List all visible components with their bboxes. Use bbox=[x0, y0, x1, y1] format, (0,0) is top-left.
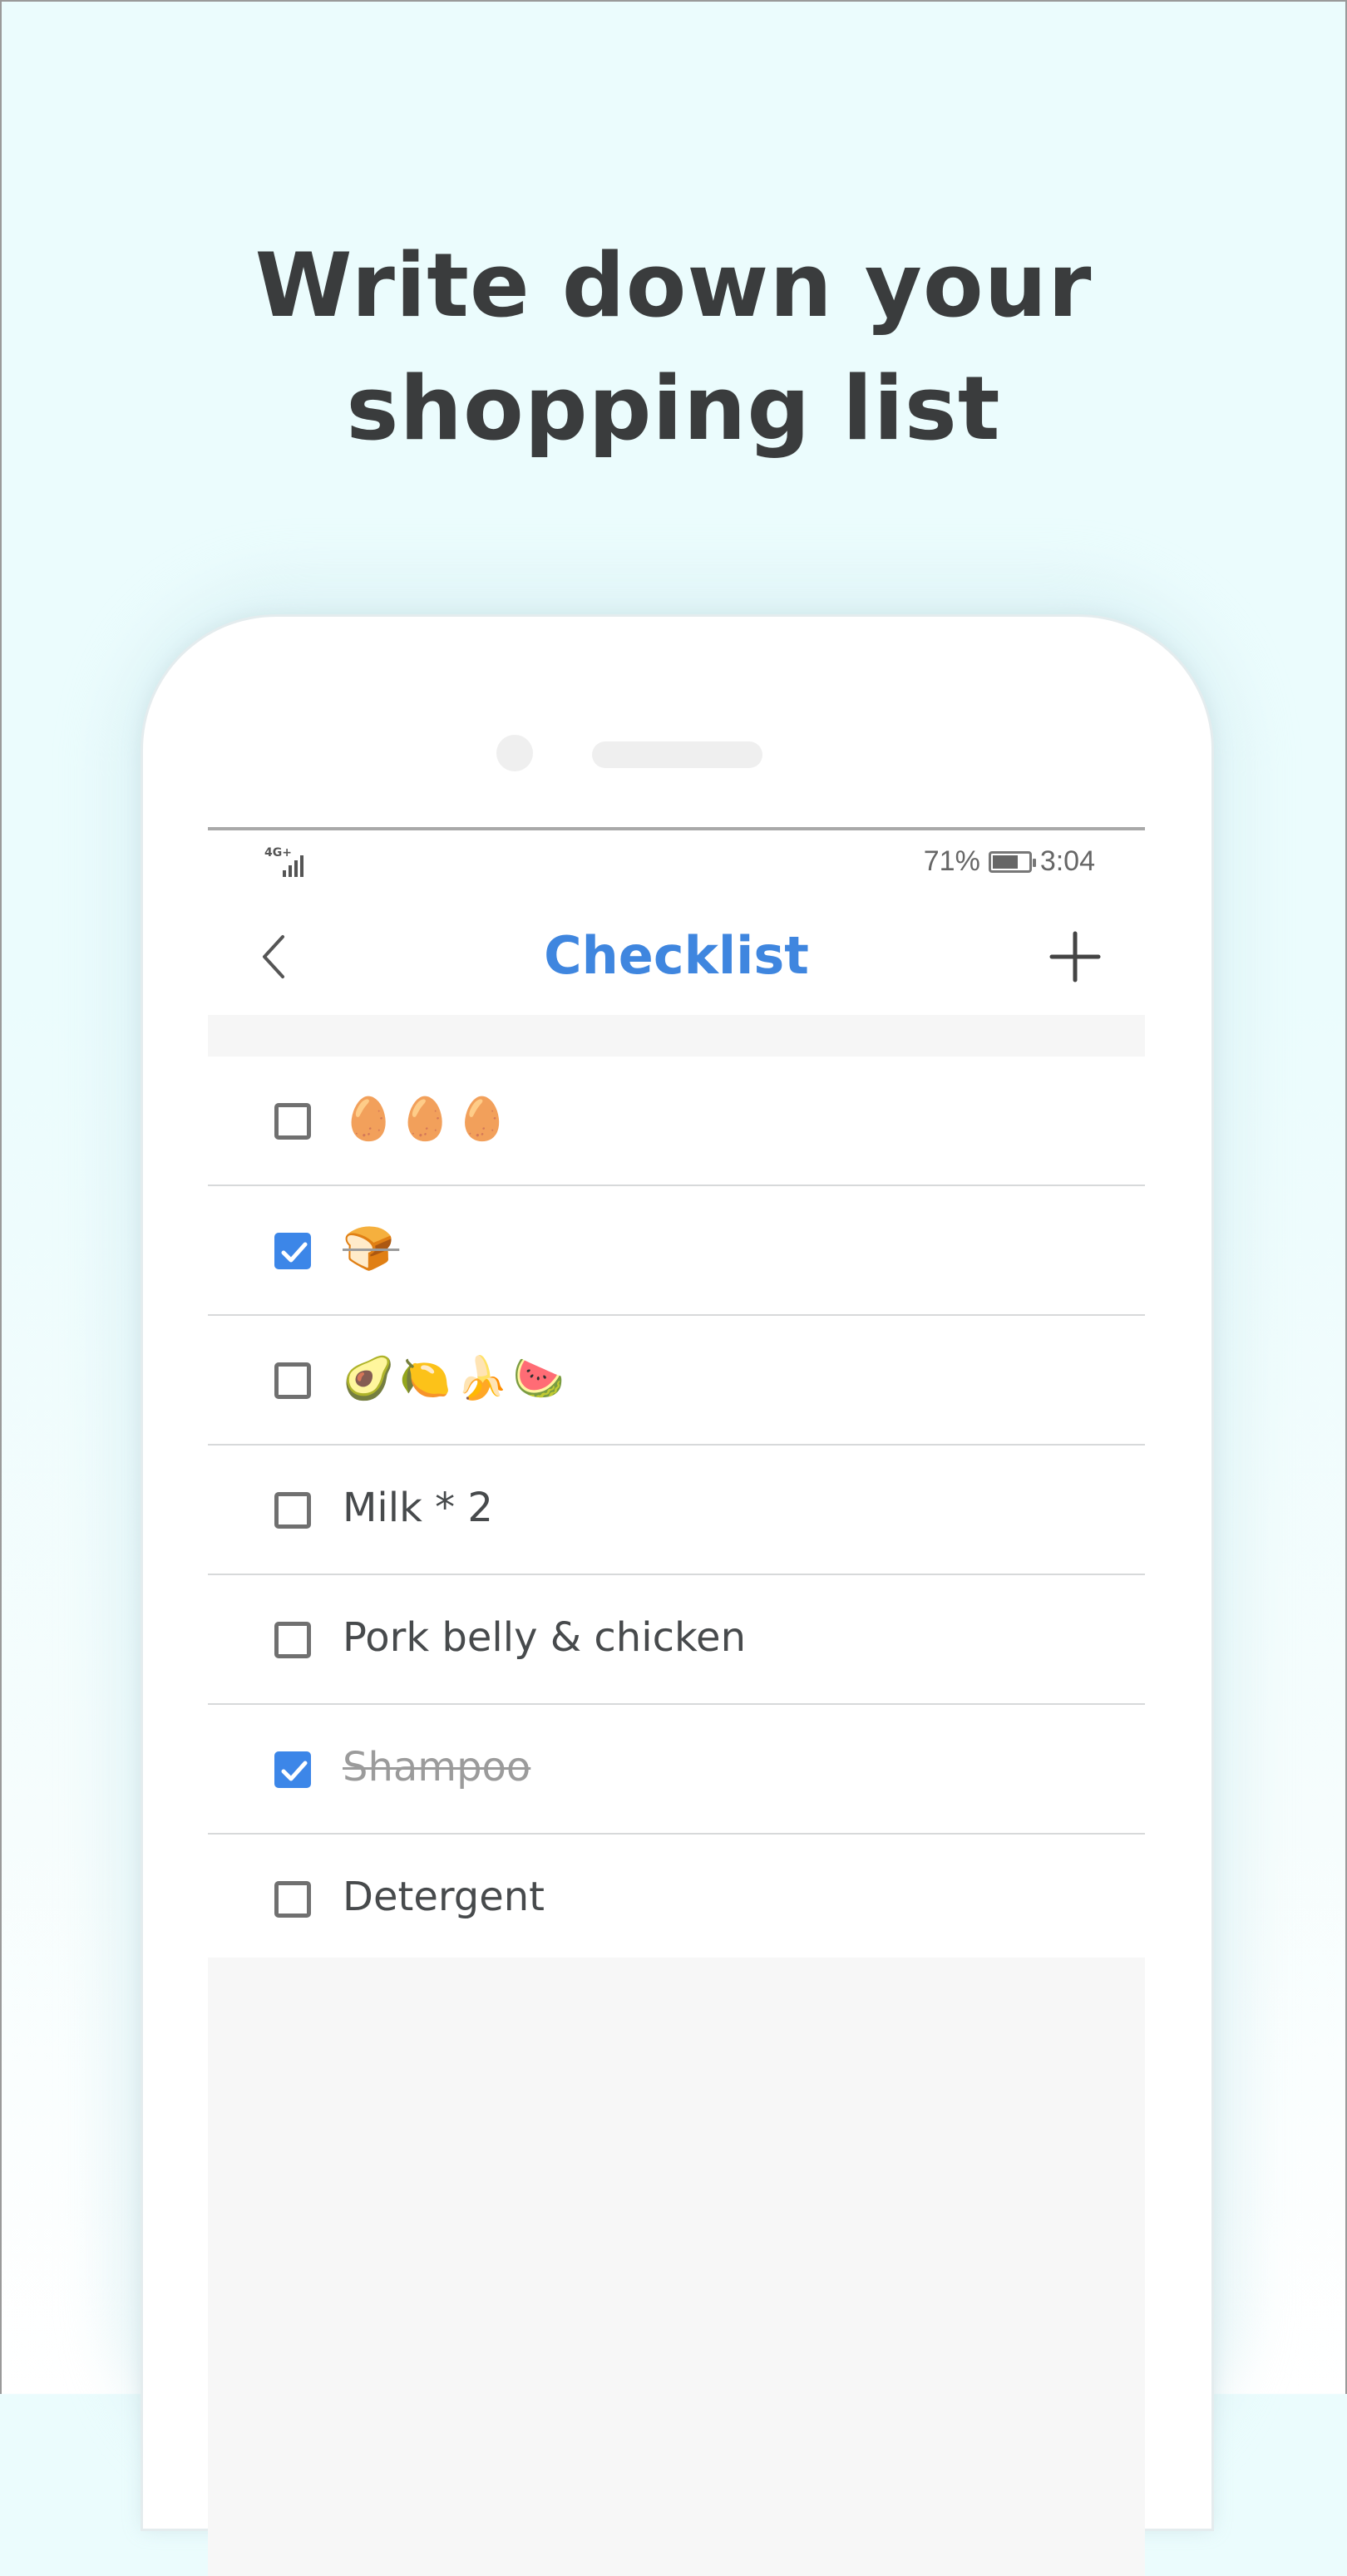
headline-line-1: Write down your bbox=[254, 234, 1093, 337]
checkmark-icon bbox=[281, 1761, 308, 1781]
earpiece-speaker bbox=[592, 741, 762, 768]
toolbar: Checklist bbox=[208, 899, 1145, 1015]
page-title: Checklist bbox=[544, 925, 809, 986]
headline-line-2: shopping list bbox=[346, 357, 1001, 460]
checklist-item-text: 🥑🍋🍌🍉 bbox=[343, 1354, 570, 1402]
checklist-item[interactable]: Detergent bbox=[208, 1835, 1145, 1964]
checklist-item-text: Pork belly & chicken bbox=[343, 1614, 746, 1661]
checkbox-checked[interactable] bbox=[274, 1233, 311, 1269]
front-camera bbox=[496, 735, 533, 771]
battery-percent: 71% bbox=[923, 845, 980, 877]
checklist-item[interactable]: Milk * 2 bbox=[208, 1446, 1145, 1575]
network-type: 4G+ bbox=[264, 846, 292, 859]
checklist-item-text: 🍞 bbox=[343, 1224, 400, 1273]
status-right: 71% 3:04 bbox=[924, 845, 1095, 878]
plus-icon bbox=[1049, 931, 1101, 983]
empty-area bbox=[208, 1958, 1145, 2576]
phone-screen: 4G+ 71% 3:04 Checklist 🥚🥚🥚 🍞 🥑🍋🍌🍉 Milk *… bbox=[208, 827, 1145, 2576]
checklist: 🥚🥚🥚 🍞 🥑🍋🍌🍉 Milk * 2 Pork belly & chicken Sham… bbox=[208, 1057, 1145, 1964]
signal-icon: 4G+ bbox=[264, 846, 303, 877]
checkbox[interactable] bbox=[274, 1881, 311, 1918]
checklist-item-text: Shampoo bbox=[343, 1744, 531, 1790]
checkmark-icon bbox=[281, 1242, 308, 1263]
phone-mockup: 4G+ 71% 3:04 Checklist 🥚🥚🥚 🍞 🥑🍋🍌🍉 Milk *… bbox=[143, 617, 1211, 2576]
checklist-item[interactable]: Shampoo bbox=[208, 1705, 1145, 1835]
checklist-item[interactable]: Pork belly & chicken bbox=[208, 1575, 1145, 1705]
checkbox[interactable] bbox=[274, 1103, 311, 1140]
checklist-item-text: 🥚🥚🥚 bbox=[343, 1095, 513, 1143]
clock: 3:04 bbox=[1039, 845, 1095, 877]
checkbox[interactable] bbox=[274, 1492, 311, 1529]
checklist-item-text: Milk * 2 bbox=[343, 1485, 493, 1531]
list-header-spacer bbox=[208, 1015, 1145, 1057]
status-bar: 4G+ 71% 3:04 bbox=[208, 830, 1145, 899]
add-item-button[interactable] bbox=[1048, 930, 1102, 983]
checkbox[interactable] bbox=[274, 1622, 311, 1658]
promo-headline: Write down your shopping list bbox=[2, 224, 1345, 470]
checklist-item-text: Detergent bbox=[343, 1874, 545, 1920]
checkbox[interactable] bbox=[274, 1362, 311, 1399]
checklist-item[interactable]: 🍞 bbox=[208, 1186, 1145, 1316]
checklist-item[interactable]: 🥚🥚🥚 bbox=[208, 1057, 1145, 1186]
battery-icon bbox=[988, 850, 1036, 873]
checkbox-checked[interactable] bbox=[274, 1751, 311, 1788]
checklist-item[interactable]: 🥑🍋🍌🍉 bbox=[208, 1316, 1145, 1446]
